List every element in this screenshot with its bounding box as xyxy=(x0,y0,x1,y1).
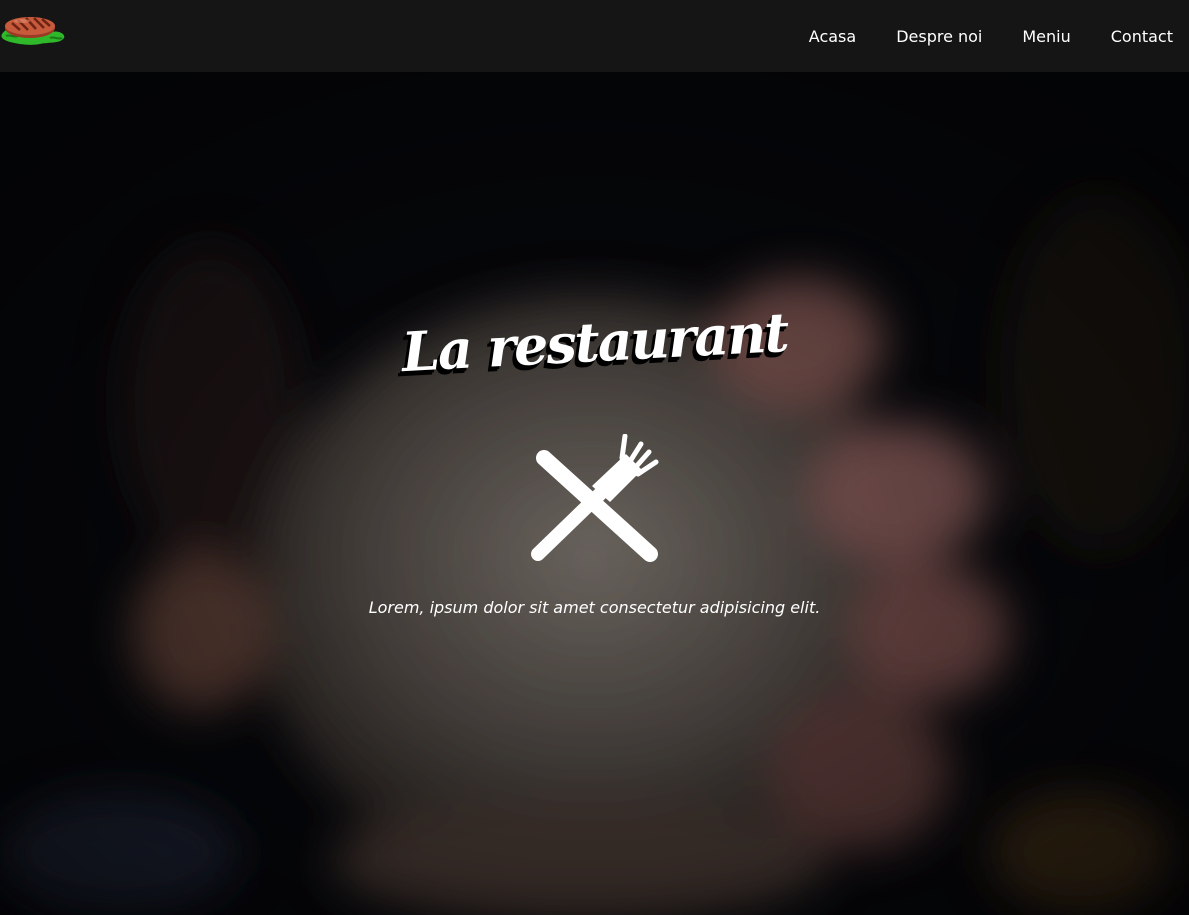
steak-logo-icon[interactable] xyxy=(0,8,68,48)
nav-link-acasa[interactable]: Acasa xyxy=(809,27,856,46)
hero-tagline: Lorem, ipsum dolor sit amet consectetur … xyxy=(368,598,821,617)
fork-knife-icon xyxy=(528,433,660,566)
nav-link-meniu[interactable]: Meniu xyxy=(1022,27,1070,46)
navbar: Acasa Despre noi Meniu Contact xyxy=(0,0,1189,72)
main-nav: Acasa Despre noi Meniu Contact xyxy=(809,0,1173,72)
hero-content: La restaurant Lorem, ipsum dolor sit ame… xyxy=(0,72,1189,915)
nav-link-contact[interactable]: Contact xyxy=(1111,27,1173,46)
hero-title: La restaurant xyxy=(400,299,789,385)
nav-link-despre-noi[interactable]: Despre noi xyxy=(896,27,982,46)
hero-section: La restaurant Lorem, ipsum dolor sit ame… xyxy=(0,72,1189,915)
